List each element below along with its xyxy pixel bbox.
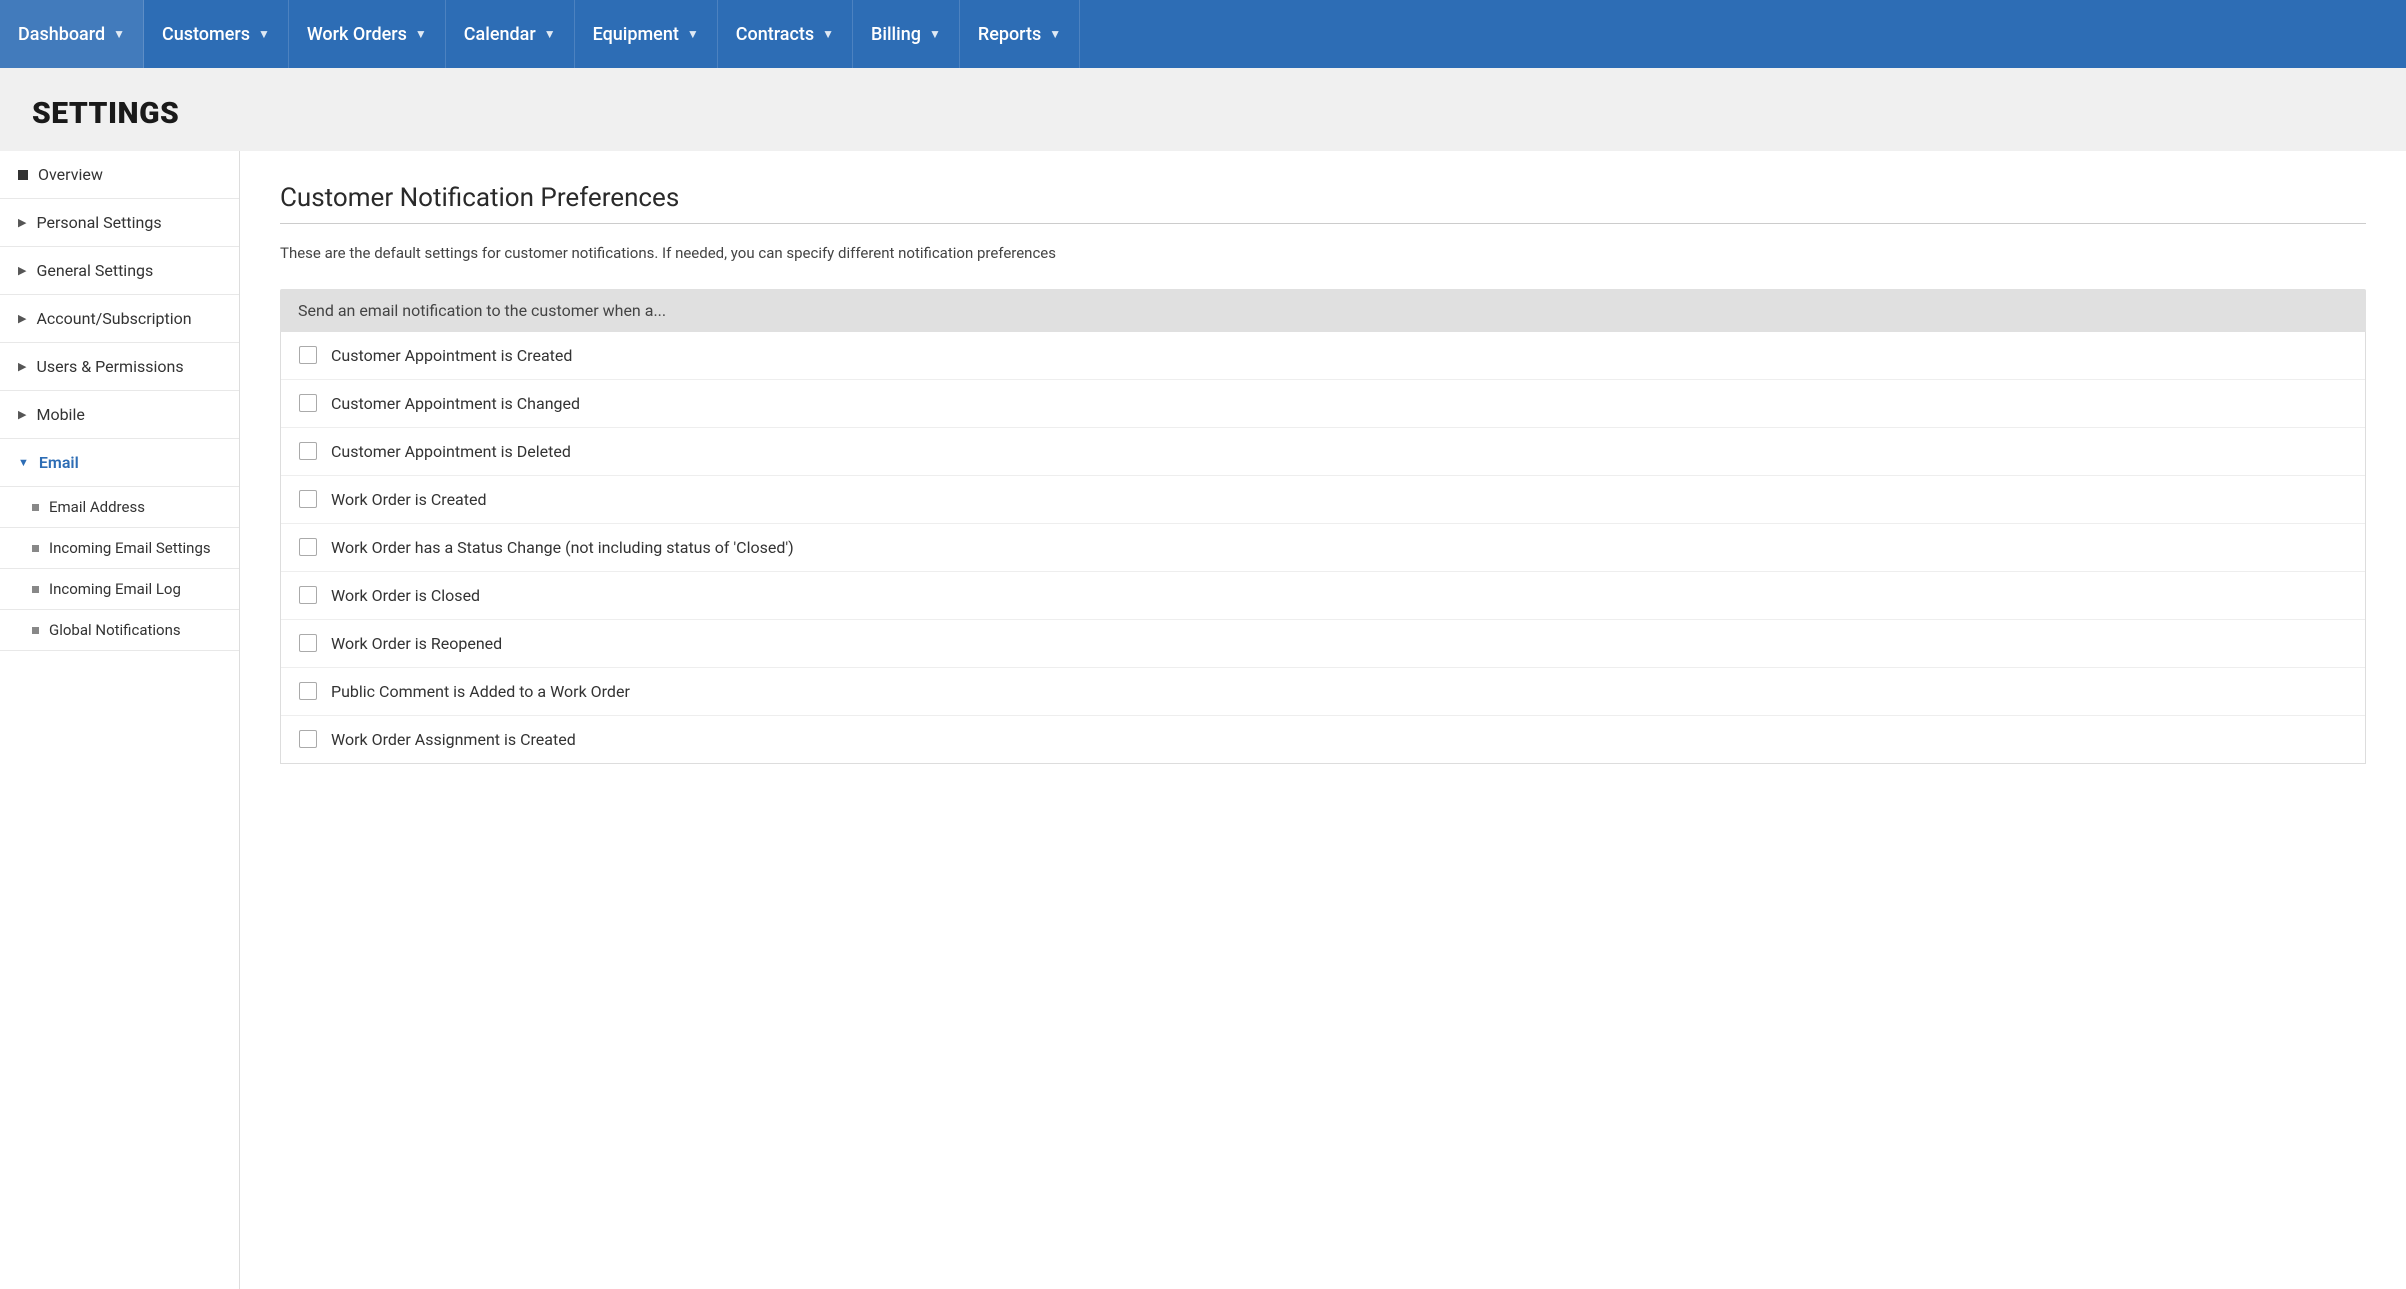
notification-row-wo-comment-added: Public Comment is Added to a Work Order bbox=[281, 668, 2365, 716]
sidebar-sub-item-email-address[interactable]: Email Address bbox=[0, 487, 239, 528]
nav-item-contracts[interactable]: Contracts ▼ bbox=[718, 0, 853, 68]
sidebar-sub-item-incoming-email-log[interactable]: Incoming Email Log bbox=[0, 569, 239, 610]
chevron-icon: ▼ bbox=[544, 27, 556, 41]
notification-row-appt-created: Customer Appointment is Created bbox=[281, 332, 2365, 380]
sidebar-item-personal-settings[interactable]: ▶ Personal Settings bbox=[0, 199, 239, 247]
nav-label-dashboard: Dashboard bbox=[18, 24, 105, 45]
notification-row-appt-changed: Customer Appointment is Changed bbox=[281, 380, 2365, 428]
arrow-right-icon: ▶ bbox=[18, 312, 26, 325]
checkbox-appt-changed[interactable] bbox=[299, 394, 317, 412]
sub-bullet-icon bbox=[32, 586, 39, 593]
chevron-icon: ▼ bbox=[258, 27, 270, 41]
checkbox-wo-created[interactable] bbox=[299, 490, 317, 508]
sidebar-item-general-settings[interactable]: ▶ General Settings bbox=[0, 247, 239, 295]
notification-row-wo-status-change: Work Order has a Status Change (not incl… bbox=[281, 524, 2365, 572]
notification-row-wo-created: Work Order is Created bbox=[281, 476, 2365, 524]
section-description: These are the default settings for custo… bbox=[280, 242, 2366, 265]
nav-label-work-orders: Work Orders bbox=[307, 24, 407, 45]
nav-item-billing[interactable]: Billing ▼ bbox=[853, 0, 960, 68]
checkbox-appt-created[interactable] bbox=[299, 346, 317, 364]
notification-label-appt-changed: Customer Appointment is Changed bbox=[331, 394, 580, 413]
nav-label-customers: Customers bbox=[162, 24, 250, 45]
sidebar-sub-item-global-notifications[interactable]: Global Notifications bbox=[0, 610, 239, 651]
chevron-icon: ▼ bbox=[113, 27, 125, 41]
sidebar: Overview ▶ Personal Settings ▶ General Setti… bbox=[0, 151, 240, 1289]
page-container: SETTINGS Overview ▶ Personal Settings ▶ Gene… bbox=[0, 68, 2406, 1289]
sidebar-label-overview: Overview bbox=[38, 165, 103, 184]
nav-item-equipment[interactable]: Equipment ▼ bbox=[575, 0, 718, 68]
notification-label-wo-assignment-created: Work Order Assignment is Created bbox=[331, 730, 576, 749]
sidebar-label-general-settings: General Settings bbox=[36, 261, 153, 280]
sub-bullet-icon bbox=[32, 545, 39, 552]
arrow-right-icon: ▶ bbox=[18, 216, 26, 229]
nav-item-work-orders[interactable]: Work Orders ▼ bbox=[289, 0, 446, 68]
sidebar-item-users-permissions[interactable]: ▶ Users & Permissions bbox=[0, 343, 239, 391]
top-navigation: Dashboard▼Customers▼Work Orders▼Calendar… bbox=[0, 0, 2406, 68]
notification-row-appt-deleted: Customer Appointment is Deleted bbox=[281, 428, 2365, 476]
nav-item-customers[interactable]: Customers ▼ bbox=[144, 0, 289, 68]
notification-row-wo-closed: Work Order is Closed bbox=[281, 572, 2365, 620]
content-wrapper: Overview ▶ Personal Settings ▶ General Setti… bbox=[0, 151, 2406, 1289]
checkbox-wo-status-change[interactable] bbox=[299, 538, 317, 556]
page-title-bar: SETTINGS bbox=[0, 68, 2406, 151]
section-divider bbox=[280, 223, 2366, 224]
checkbox-appt-deleted[interactable] bbox=[299, 442, 317, 460]
notification-label-appt-deleted: Customer Appointment is Deleted bbox=[331, 442, 571, 461]
notification-label-wo-closed: Work Order is Closed bbox=[331, 586, 480, 605]
sidebar-sub-label-incoming-email-log: Incoming Email Log bbox=[49, 580, 181, 598]
notification-label-wo-comment-added: Public Comment is Added to a Work Order bbox=[331, 682, 630, 701]
sidebar-sub-label-global-notifications: Global Notifications bbox=[49, 621, 181, 639]
sidebar-sub-label-email-address: Email Address bbox=[49, 498, 145, 516]
sidebar-item-overview[interactable]: Overview bbox=[0, 151, 239, 199]
chevron-icon: ▼ bbox=[1049, 27, 1061, 41]
section-title: Customer Notification Preferences bbox=[280, 183, 2366, 213]
sidebar-item-email[interactable]: ▼ Email bbox=[0, 439, 239, 487]
sidebar-label-users-permissions: Users & Permissions bbox=[36, 357, 183, 376]
nav-label-calendar: Calendar bbox=[464, 24, 536, 45]
sidebar-sub-label-incoming-email-settings: Incoming Email Settings bbox=[49, 539, 211, 557]
notification-label-wo-created: Work Order is Created bbox=[331, 490, 487, 509]
sub-bullet-icon bbox=[32, 627, 39, 634]
sidebar-label-email: Email bbox=[39, 453, 79, 472]
notification-label-appt-created: Customer Appointment is Created bbox=[331, 346, 572, 365]
checkbox-wo-reopened[interactable] bbox=[299, 634, 317, 652]
sidebar-item-mobile[interactable]: ▶ Mobile bbox=[0, 391, 239, 439]
nav-label-billing: Billing bbox=[871, 24, 921, 45]
checkbox-wo-assignment-created[interactable] bbox=[299, 730, 317, 748]
arrow-right-icon: ▶ bbox=[18, 264, 26, 277]
checkbox-wo-comment-added[interactable] bbox=[299, 682, 317, 700]
sidebar-sub-item-incoming-email-settings[interactable]: Incoming Email Settings bbox=[0, 528, 239, 569]
nav-item-reports[interactable]: Reports ▼ bbox=[960, 0, 1080, 68]
nav-label-reports: Reports bbox=[978, 24, 1041, 45]
notification-table-header: Send an email notification to the custom… bbox=[280, 289, 2366, 332]
notification-row-wo-assignment-created: Work Order Assignment is Created bbox=[281, 716, 2365, 763]
page-title: SETTINGS bbox=[32, 96, 2374, 131]
checkbox-wo-closed[interactable] bbox=[299, 586, 317, 604]
notification-list: Customer Appointment is Created Customer… bbox=[280, 332, 2366, 764]
main-content: Customer Notification Preferences These … bbox=[240, 151, 2406, 1289]
chevron-icon: ▼ bbox=[822, 27, 834, 41]
notification-label-wo-reopened: Work Order is Reopened bbox=[331, 634, 502, 653]
sidebar-label-account-subscription: Account/Subscription bbox=[36, 309, 191, 328]
arrow-down-icon: ▼ bbox=[18, 456, 29, 469]
sidebar-item-account-subscription[interactable]: ▶ Account/Subscription bbox=[0, 295, 239, 343]
arrow-right-icon: ▶ bbox=[18, 360, 26, 373]
sidebar-label-personal-settings: Personal Settings bbox=[36, 213, 161, 232]
notification-label-wo-status-change: Work Order has a Status Change (not incl… bbox=[331, 538, 794, 557]
chevron-icon: ▼ bbox=[929, 27, 941, 41]
nav-label-equipment: Equipment bbox=[593, 24, 679, 45]
sub-bullet-icon bbox=[32, 504, 39, 511]
chevron-icon: ▼ bbox=[687, 27, 699, 41]
sidebar-label-mobile: Mobile bbox=[36, 405, 84, 424]
nav-item-calendar[interactable]: Calendar ▼ bbox=[446, 0, 575, 68]
chevron-icon: ▼ bbox=[415, 27, 427, 41]
nav-item-dashboard[interactable]: Dashboard ▼ bbox=[0, 0, 144, 68]
arrow-right-icon: ▶ bbox=[18, 408, 26, 421]
nav-label-contracts: Contracts bbox=[736, 24, 814, 45]
notification-row-wo-reopened: Work Order is Reopened bbox=[281, 620, 2365, 668]
bullet-icon bbox=[18, 170, 28, 180]
